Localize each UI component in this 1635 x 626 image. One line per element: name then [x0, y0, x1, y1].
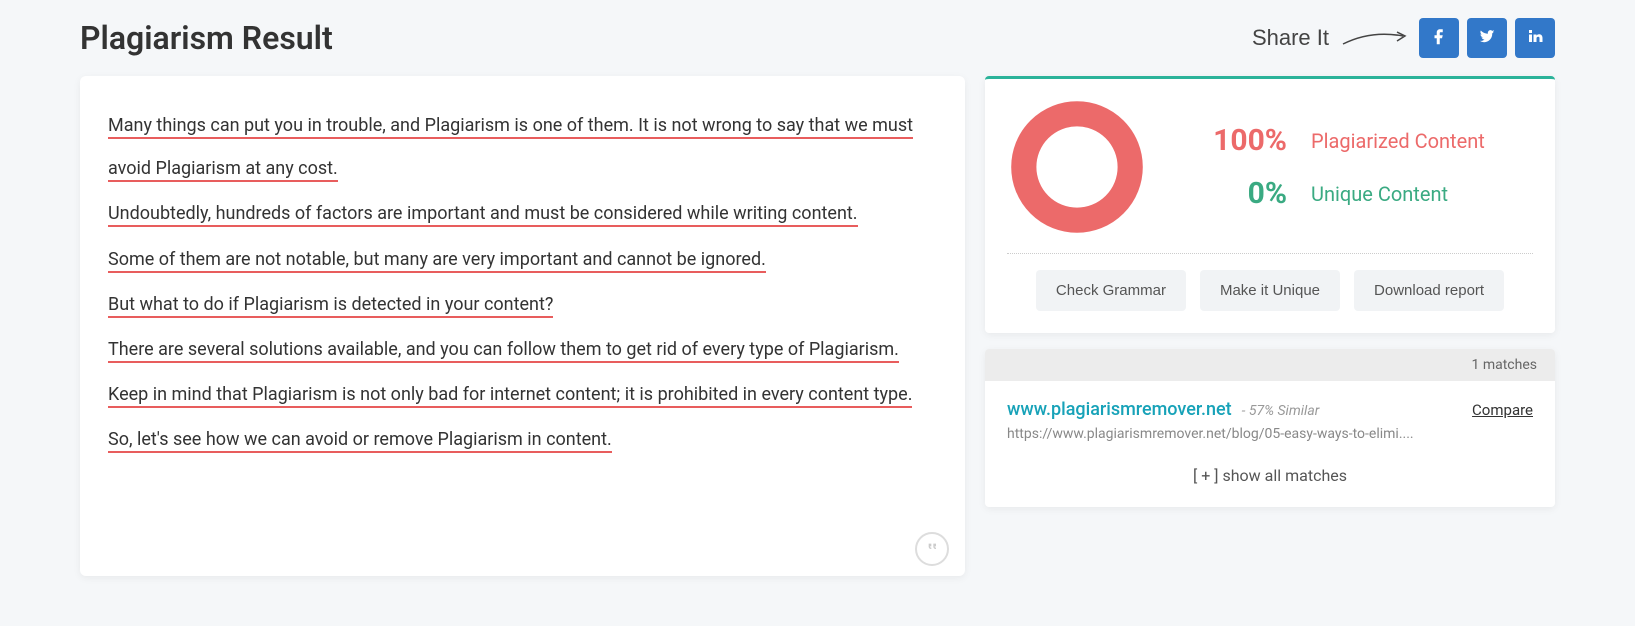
cite-quote-button[interactable]	[915, 532, 949, 566]
matches-count-label: 1 matches	[985, 349, 1555, 381]
content-sentence: There are several solutions available, a…	[108, 328, 937, 371]
content-sentence: Keep in mind that Plagiarism is not only…	[108, 373, 937, 416]
check-grammar-button[interactable]: Check Grammar	[1036, 270, 1186, 311]
stats-card: 100% Plagiarized Content 0% Unique Conte…	[985, 76, 1555, 333]
twitter-icon	[1478, 27, 1496, 49]
unique-stat: 0% Unique Content	[1177, 176, 1533, 211]
unique-percent: 0%	[1177, 176, 1287, 211]
share-section: Share It	[1252, 18, 1555, 58]
content-sentence: Undoubtedly, hundreds of factors are imp…	[108, 192, 937, 235]
share-arrow-icon	[1341, 26, 1411, 50]
matches-card: 1 matches www.plagiarismremover.net - 57…	[985, 349, 1555, 507]
plagiarism-donut-chart	[1007, 97, 1147, 237]
plagiarized-percent: 100%	[1177, 123, 1287, 158]
plagiarized-stat: 100% Plagiarized Content	[1177, 123, 1533, 158]
download-report-button[interactable]: Download report	[1354, 270, 1504, 311]
linkedin-share-button[interactable]	[1515, 18, 1555, 58]
page-title: Plagiarism Result	[80, 19, 333, 57]
content-sentence: So, let's see how we can avoid or remove…	[108, 418, 937, 461]
facebook-icon	[1430, 27, 1448, 49]
plagiarized-label: Plagiarized Content	[1311, 129, 1485, 153]
unique-label: Unique Content	[1311, 182, 1448, 206]
twitter-share-button[interactable]	[1467, 18, 1507, 58]
match-similarity-label: - 57% Similar	[1242, 403, 1320, 419]
match-url-text: https://www.plagiarismremover.net/blog/0…	[1007, 426, 1533, 442]
facebook-share-button[interactable]	[1419, 18, 1459, 58]
content-sentence: Many things can put you in trouble, and …	[108, 104, 937, 190]
show-all-matches-button[interactable]: [ + ] show all matches	[1007, 466, 1533, 485]
compare-link[interactable]: Compare	[1472, 401, 1533, 419]
linkedin-icon	[1526, 27, 1544, 49]
content-sentence: But what to do if Plagiarism is detected…	[108, 283, 937, 326]
quote-icon	[924, 539, 940, 559]
content-sentence: Some of them are not notable, but many a…	[108, 238, 937, 281]
analyzed-content-card: Many things can put you in trouble, and …	[80, 76, 965, 576]
make-unique-button[interactable]: Make it Unique	[1200, 270, 1340, 311]
share-label: Share It	[1252, 25, 1329, 51]
match-source-link[interactable]: www.plagiarismremover.net	[1007, 399, 1232, 420]
